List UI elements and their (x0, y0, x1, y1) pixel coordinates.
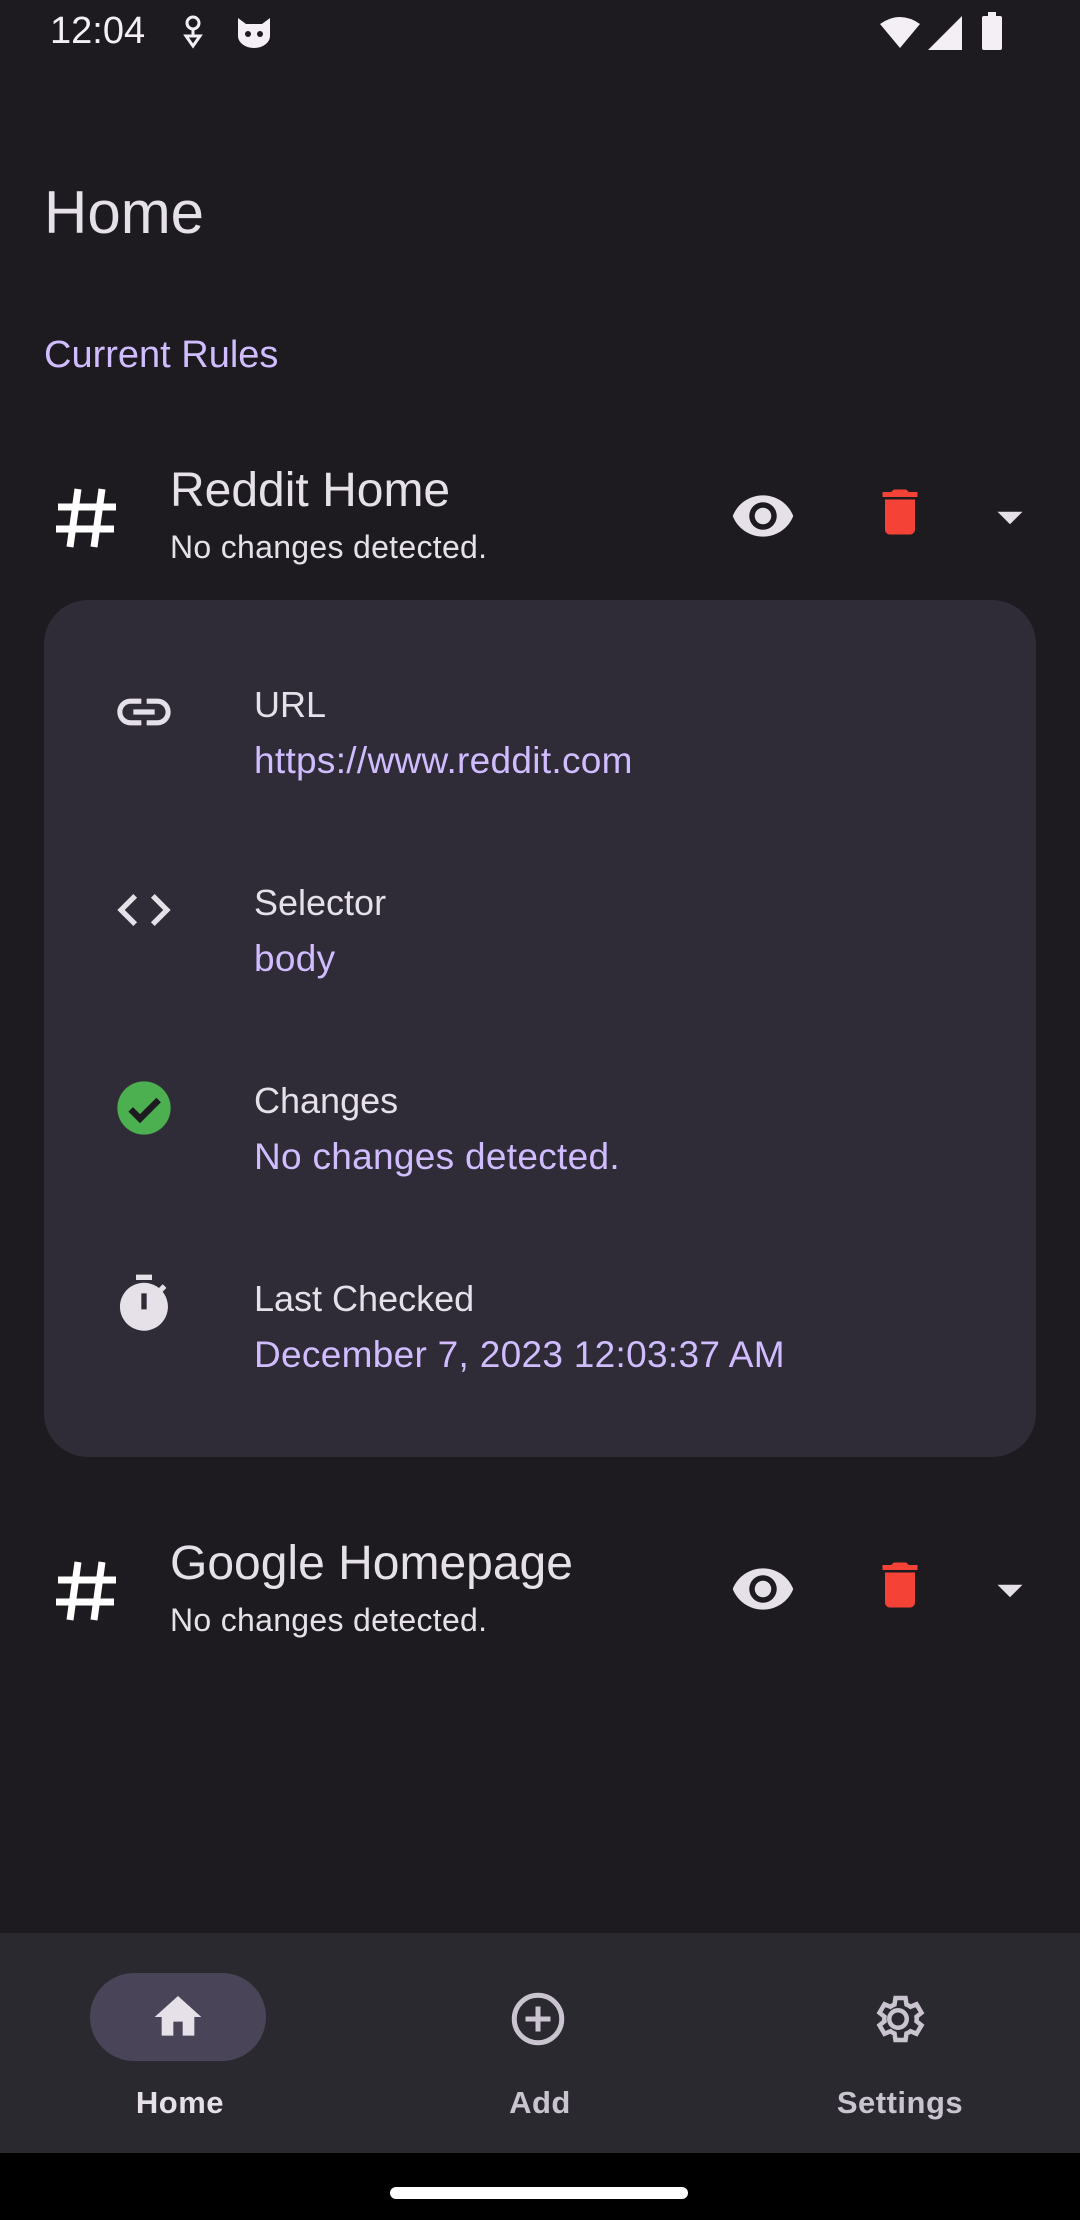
rule-item-reddit-home[interactable]: Reddit Home No changes detected. (0, 455, 1080, 585)
hash-icon (52, 1556, 122, 1631)
home-icon (154, 1996, 202, 2036)
code-icon (112, 878, 176, 942)
changes-label: Changes (254, 1080, 399, 1121)
nav-label: Settings (836, 2085, 964, 2120)
timer-icon (112, 1272, 176, 1336)
delete-button[interactable] (870, 479, 930, 549)
home-handle[interactable] (390, 2187, 688, 2199)
caret-down-icon (997, 1584, 1023, 1598)
gesture-bar (0, 2153, 1080, 2220)
rule-status: No changes detected. (170, 529, 488, 565)
nav-home[interactable]: Home (60, 1973, 300, 2123)
view-button[interactable] (730, 483, 800, 553)
detail-url[interactable]: URL https://www.reddit.com (44, 600, 1036, 781)
status-bar: 12:04 (0, 0, 1080, 66)
trash-icon (882, 489, 918, 535)
check-circle-icon (112, 1076, 176, 1140)
nav-add[interactable]: Add (420, 1973, 660, 2123)
current-rules-label: Current Rules (44, 334, 279, 376)
collapse-button[interactable] (985, 493, 1035, 543)
detail-last-checked[interactable]: Last Checked December 7, 2023 12:03:37 A… (44, 1194, 1036, 1375)
cat-icon (234, 14, 274, 55)
rule-status: No changes detected. (170, 1602, 488, 1638)
gear-icon (876, 1995, 925, 2043)
nav-settings[interactable]: Settings (780, 1973, 1020, 2123)
url-label: URL (254, 684, 327, 725)
caret-down-icon (997, 511, 1023, 525)
nav-label: Add (509, 2085, 571, 2120)
page-title: Home (44, 179, 205, 246)
delete-button[interactable] (870, 1552, 930, 1622)
signal-icon (928, 16, 962, 55)
expand-button[interactable] (985, 1566, 1035, 1616)
rule-title: Reddit Home (170, 464, 451, 517)
view-button[interactable] (730, 1556, 800, 1626)
eye-icon (732, 495, 794, 537)
changes-value: No changes detected. (254, 1136, 620, 1177)
last-checked-label: Last Checked (254, 1278, 475, 1319)
hash-icon (52, 483, 122, 558)
link-icon (112, 680, 176, 744)
detail-changes[interactable]: Changes No changes detected. (44, 996, 1036, 1177)
wifi-icon (880, 16, 920, 55)
detail-selector[interactable]: Selector body (44, 798, 1036, 979)
url-value: https://www.reddit.com (254, 740, 633, 781)
selector-value: body (254, 938, 336, 979)
selector-label: Selector (254, 882, 387, 923)
rule-item-google-homepage[interactable]: Google Homepage No changes detected. (0, 1528, 1080, 1658)
last-checked-value: December 7, 2023 12:03:37 AM (254, 1334, 785, 1375)
add-circle-icon (511, 1992, 565, 2046)
key-icon (178, 14, 208, 55)
bottom-navigation: Home Add Settings (0, 1933, 1080, 2153)
rule-details-card: URL https://www.reddit.com Selector body… (44, 600, 1036, 1457)
status-time: 12:04 (50, 10, 146, 52)
battery-icon (980, 12, 1004, 55)
nav-label: Home (135, 2085, 225, 2120)
eye-icon (732, 1568, 794, 1610)
trash-icon (882, 1562, 918, 1608)
rule-title: Google Homepage (170, 1537, 573, 1590)
